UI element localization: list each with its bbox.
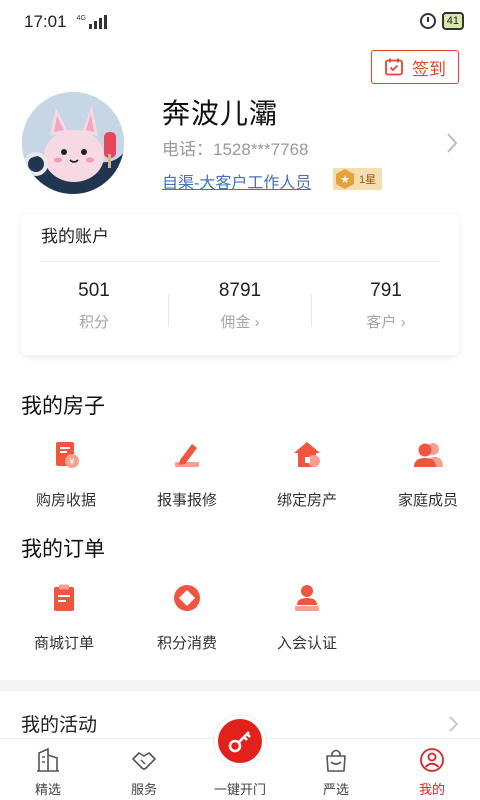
divider <box>311 294 312 326</box>
chevron-right-icon <box>449 716 458 732</box>
avatar[interactable] <box>22 92 124 194</box>
family-members-icon <box>414 443 443 467</box>
mall-order-icon <box>54 584 74 611</box>
points-icon <box>174 585 200 611</box>
orders-section-title: 我的订单 <box>21 538 105 561</box>
star-level-badge: ★ 1星 <box>333 168 383 190</box>
star-level-label: 1星 <box>359 174 377 186</box>
checkin-button[interactable]: 签到 <box>371 50 459 84</box>
nav-label: 严选 <box>322 782 349 797</box>
profile-chevron-icon[interactable] <box>446 132 458 154</box>
order-item-label: 商城订单 <box>33 635 94 652</box>
account-card: 我的账户 501 积分 8791 佣金 › 791 客户 › <box>21 214 459 355</box>
stat-commission[interactable]: 8791 佣金 › <box>167 280 313 332</box>
order-item-label: 积分消费 <box>156 635 217 652</box>
section-divider <box>0 680 480 691</box>
nav-item-service[interactable]: 服务 <box>96 739 192 800</box>
nav-label: 一键开门 <box>213 782 266 797</box>
star-icon: ★ <box>336 169 354 189</box>
user-name: 奔波儿灞 <box>162 98 279 129</box>
alarm-icon <box>419 13 436 29</box>
order-item-points[interactable]: 积分消费 <box>127 583 247 653</box>
user-role-link[interactable]: 自渠-大客户工作人员 <box>162 169 311 193</box>
account-title: 我的账户 <box>41 227 109 246</box>
user-phone: 电话：1528***7768 <box>162 140 309 159</box>
signal-icon: 4G <box>77 15 107 29</box>
nav-label: 我的 <box>418 782 445 797</box>
house-section-title: 我的房子 <box>21 395 105 418</box>
activity-title: 我的活动 <box>21 715 98 736</box>
order-item-mall[interactable]: 商城订单 <box>4 583 124 653</box>
house-item-receipt[interactable]: ¥ 购房收据 <box>6 440 126 510</box>
status-bar: 17:01 4G 41 <box>0 0 480 44</box>
network-type: 4G <box>76 15 86 22</box>
house-item-repair[interactable]: 报事报修 <box>127 440 247 510</box>
nav-item-mine[interactable]: 我的 <box>384 739 480 800</box>
bottom-nav: 精选 服务 一键开门 严选 我的 <box>0 715 480 800</box>
building-icon <box>37 747 59 772</box>
order-item-membership[interactable]: 入会认证 <box>247 583 367 653</box>
nav-label: 精选 <box>34 782 61 797</box>
house-item-label: 购房收据 <box>35 492 96 509</box>
member-auth-icon <box>295 585 319 611</box>
stat-value: 791 <box>370 280 402 301</box>
house-item-label: 报事报修 <box>156 492 217 509</box>
stat-label: 佣金 › <box>220 314 260 331</box>
handshake-icon <box>132 752 156 770</box>
house-item-bind-property[interactable]: 绑定房产 <box>247 440 367 510</box>
house-item-label: 家庭成员 <box>397 492 458 509</box>
open-door-button[interactable] <box>214 715 266 767</box>
nav-item-open-door[interactable]: 一键开门 <box>192 715 288 800</box>
calendar-check-icon <box>385 58 403 76</box>
house-item-family[interactable]: 家庭成员 <box>368 440 480 510</box>
nav-label: 服务 <box>130 782 157 797</box>
stat-customers[interactable]: 791 客户 › <box>313 280 459 332</box>
key-icon <box>228 731 251 753</box>
svg-text:¥: ¥ <box>69 458 75 468</box>
checkin-label: 签到 <box>412 59 446 79</box>
nav-item-selection[interactable]: 严选 <box>288 739 384 800</box>
stat-points[interactable]: 501 积分 <box>21 280 167 332</box>
avatar-cartoon-cat-image <box>22 92 124 194</box>
house-bind-icon <box>294 442 320 467</box>
stat-value: 501 <box>78 280 110 301</box>
divider <box>41 261 439 262</box>
stat-label: 客户 › <box>366 314 406 331</box>
status-time: 17:01 <box>24 12 67 31</box>
order-item-label: 入会认证 <box>276 635 337 652</box>
user-icon <box>420 748 444 772</box>
receipt-icon: ¥ <box>56 442 79 468</box>
stat-label: 积分 <box>78 314 109 331</box>
battery-icon: 41 <box>441 12 464 30</box>
repair-pencil-icon <box>175 444 199 467</box>
nav-item-featured[interactable]: 精选 <box>0 739 96 800</box>
shop-icon <box>326 749 346 772</box>
house-item-label: 绑定房产 <box>276 492 337 509</box>
stat-value: 8791 <box>218 280 262 301</box>
